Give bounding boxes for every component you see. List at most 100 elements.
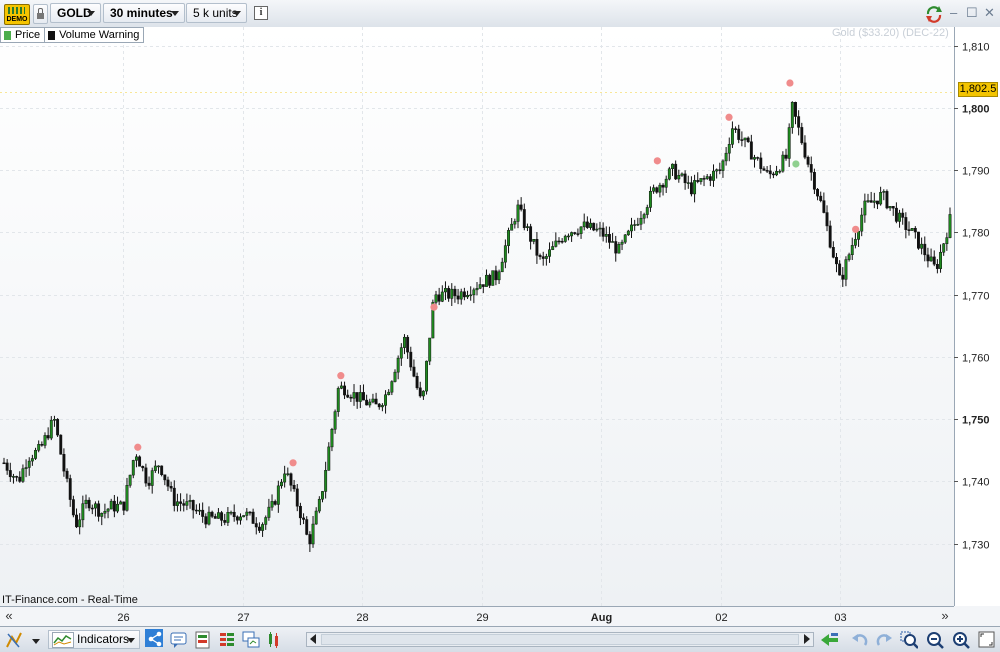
candle-body <box>765 170 769 172</box>
candle-body <box>125 485 129 511</box>
info-icon[interactable]: i <box>254 6 268 20</box>
go-to-latest-icon[interactable] <box>820 631 838 649</box>
candle-body <box>425 360 428 392</box>
candle-body <box>844 259 848 280</box>
candle-body <box>648 191 652 208</box>
comment-icon[interactable] <box>170 631 188 649</box>
y-tick-label: 1,730 <box>962 540 990 552</box>
minimize-button[interactable]: – <box>950 5 957 21</box>
candle-body <box>857 230 861 240</box>
redo-icon[interactable] <box>876 631 894 649</box>
candle-body <box>450 288 454 299</box>
candle-body <box>910 228 914 231</box>
x-tick-label: 28 <box>356 612 368 624</box>
candle-body <box>2 462 6 465</box>
chevron-down-icon[interactable] <box>30 632 42 648</box>
scrollbar-thumb[interactable] <box>321 634 799 645</box>
candle-body <box>355 392 359 402</box>
candle-body <box>828 225 832 248</box>
candle-body <box>273 501 277 505</box>
candle-body <box>935 263 939 269</box>
maximize-button[interactable]: ☐ <box>966 5 978 21</box>
candle-body <box>428 337 432 362</box>
share-icon[interactable] <box>145 629 163 647</box>
chevron-down-icon <box>127 638 135 643</box>
candle-body <box>308 534 312 545</box>
candle-body <box>286 473 290 475</box>
candle-body <box>759 157 763 169</box>
candle-body <box>456 295 460 300</box>
candle-body <box>589 222 592 228</box>
candle-body <box>49 419 53 439</box>
candle-body <box>37 444 41 451</box>
candle-body <box>254 523 258 528</box>
candle-body <box>343 385 347 396</box>
candle-body <box>399 347 403 359</box>
candle-body <box>365 399 369 406</box>
refresh-icon[interactable] <box>924 5 944 23</box>
window-layout-icon[interactable] <box>242 631 260 649</box>
candle-body <box>904 217 908 230</box>
scroll-right-button[interactable]: » <box>938 607 952 625</box>
zoom-box-icon[interactable] <box>900 631 918 649</box>
y-tick-label: 1,780 <box>962 228 990 240</box>
candle-body <box>582 221 586 228</box>
candle-body <box>352 392 356 399</box>
lock-icon[interactable] <box>33 4 48 24</box>
candle-body <box>579 226 583 234</box>
candle-body <box>535 239 539 256</box>
candle-body <box>734 128 738 130</box>
chart-scrollbar[interactable] <box>306 632 814 647</box>
scroll-left-button[interactable]: « <box>2 607 16 625</box>
candle-body <box>349 396 353 399</box>
demo-badge[interactable]: DEMO <box>4 4 30 25</box>
candle-body <box>97 503 101 517</box>
volume-warning-dot <box>337 372 345 380</box>
legend-item-price[interactable]: Price <box>0 27 46 43</box>
x-tick-label: 29 <box>476 612 488 624</box>
candle-body <box>756 157 760 159</box>
chevron-right-icon[interactable] <box>804 634 810 644</box>
price-chart[interactable]: 1,730 1,740 1,750 1,760 1,770 1,780 1,790 1,800… <box>0 27 1000 626</box>
candle-body <box>393 371 397 382</box>
candle-body <box>661 184 665 188</box>
candle-body <box>298 505 302 519</box>
instrument-selector[interactable]: GOLD <box>50 3 101 23</box>
x-tick-label: 03 <box>834 612 846 624</box>
candle-body <box>939 251 942 269</box>
chevron-left-icon[interactable] <box>310 634 316 644</box>
candle-body <box>538 255 542 257</box>
candle-body <box>242 515 246 518</box>
candle-body <box>592 222 596 231</box>
candle-body <box>100 513 104 517</box>
undo-icon[interactable] <box>850 631 868 649</box>
volume-warning-dot <box>725 113 733 121</box>
instrument-watermark: Gold ($33.20) (DEC-22) <box>832 27 949 39</box>
zoom-out-icon[interactable] <box>926 631 944 649</box>
fit-screen-icon[interactable] <box>978 631 996 649</box>
drawing-tool-icon[interactable] <box>5 631 23 649</box>
units-selector[interactable]: 5 k units <box>186 3 247 23</box>
order-ticket-icon[interactable] <box>194 631 212 649</box>
candle-body <box>816 189 820 197</box>
zoom-in-icon[interactable] <box>952 631 970 649</box>
candle-body <box>103 511 107 514</box>
candle-body <box>847 254 851 260</box>
candle-body <box>746 137 750 143</box>
candle-body <box>560 240 564 243</box>
indicators-button[interactable]: Indicators <box>48 630 140 649</box>
chart-bars-icon <box>8 7 25 14</box>
candle-body <box>529 226 533 242</box>
candle-body <box>12 476 15 478</box>
order-book-icon[interactable] <box>218 631 236 649</box>
candle-body <box>182 503 186 506</box>
candle-body <box>775 171 779 176</box>
x-axis-panel <box>0 606 1000 626</box>
close-button[interactable]: ✕ <box>984 5 995 21</box>
legend-item-volume-warning[interactable]: Volume Warning <box>44 27 145 43</box>
timeframe-selector[interactable]: 30 minutes <box>103 3 185 23</box>
candle-body <box>712 170 715 181</box>
candle-body <box>948 214 952 238</box>
compare-icon[interactable] <box>266 631 284 649</box>
candle-body <box>157 465 160 468</box>
